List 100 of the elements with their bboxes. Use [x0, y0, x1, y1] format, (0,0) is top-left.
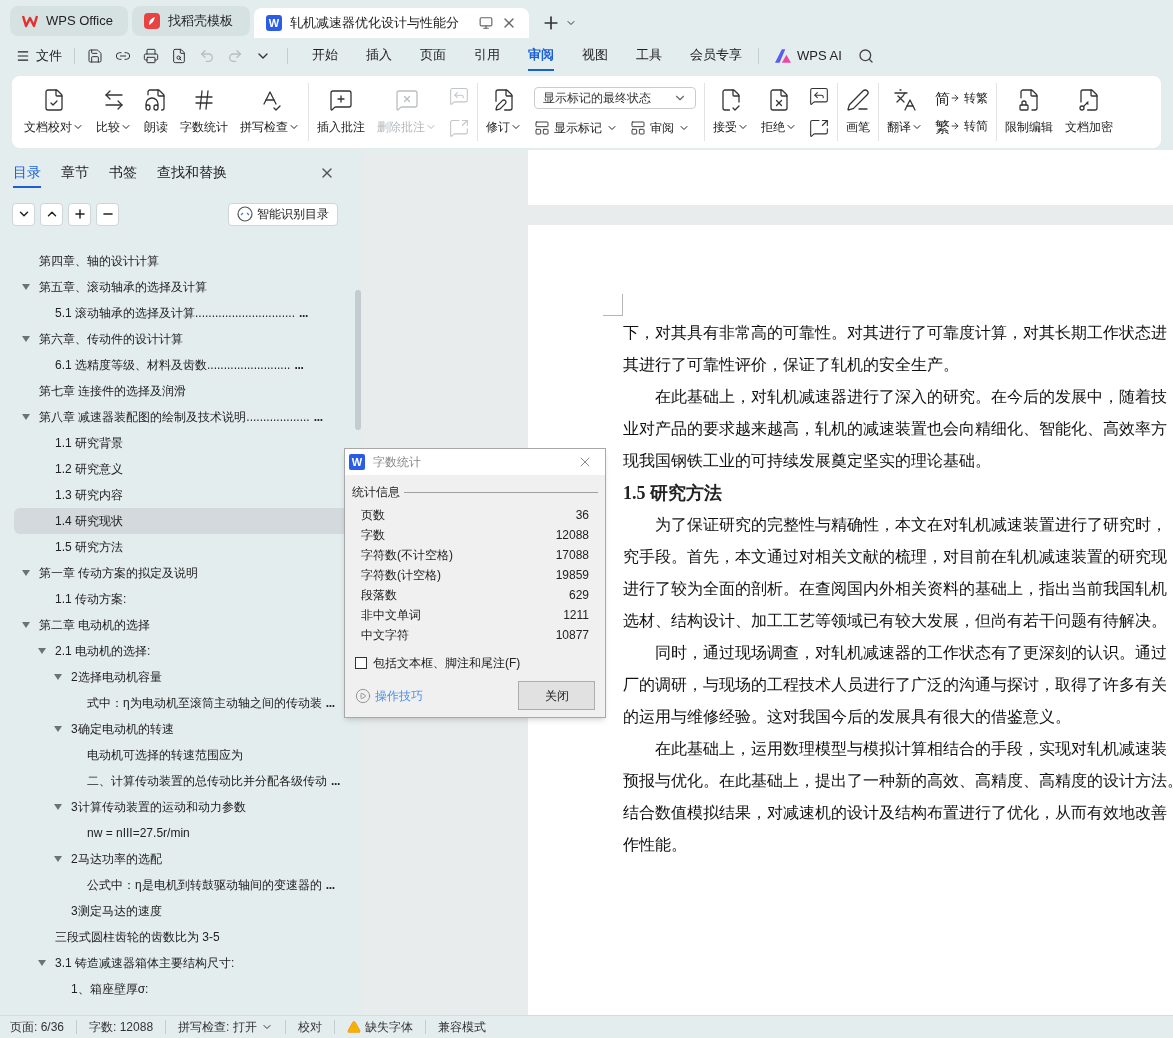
- add-button[interactable]: [68, 202, 91, 226]
- margin-mark: [603, 294, 623, 316]
- body-text-line: 的运用与维修经验。这对我国今后的发展具有很大的借鉴意义。: [623, 707, 1071, 727]
- file-menu-button[interactable]: 文件: [16, 46, 62, 66]
- logo-icon: [22, 13, 38, 29]
- ribbon-button[interactable]: 朗读: [140, 84, 172, 140]
- stat-label: 字符数(计空格): [361, 567, 441, 584]
- outline-item[interactable]: 6.1 选精度等级、材料及齿数......................... ...: [14, 352, 352, 378]
- ribbon-small-button[interactable]: 审阅: [630, 119, 690, 137]
- next-comment-button[interactable]: [809, 118, 829, 138]
- ribbon-button[interactable]: 翻译: [883, 84, 927, 140]
- stat-label: 段落数: [361, 587, 397, 604]
- comment-arrow-icon: [809, 86, 829, 106]
- section-heading: 1.5 研究方法: [623, 482, 722, 505]
- nav-tab[interactable]: 查找和替换: [157, 158, 227, 188]
- ribbon-tab[interactable]: 会员专享: [690, 41, 742, 71]
- outline-item[interactable]: 5.1 滚动轴承的选择及计算.............................. ...: [14, 300, 352, 326]
- ribbon-button[interactable]: 字数统计: [176, 84, 232, 140]
- expand-button[interactable]: [12, 202, 35, 226]
- nav-tab[interactable]: 目录: [13, 158, 41, 188]
- outline-item[interactable]: 第七章 连接件的选择及润滑: [14, 378, 352, 404]
- remove-button[interactable]: [96, 202, 119, 226]
- comment-arrow-icon: [449, 118, 469, 138]
- search-icon[interactable]: [857, 48, 874, 64]
- ribbon-button[interactable]: 拒绝: [757, 84, 801, 140]
- collapse-button[interactable]: [40, 202, 63, 226]
- outline-item[interactable]: 2马达功率的选配: [14, 846, 352, 872]
- ribbon-tab[interactable]: 工具: [636, 41, 662, 71]
- status-item[interactable]: 缺失字体: [342, 1018, 417, 1036]
- plus-icon: [72, 207, 87, 221]
- previous-comment-button[interactable]: [809, 86, 829, 106]
- ribbon-small-button[interactable]: 显示标记: [534, 119, 618, 137]
- outline-item[interactable]: 电动机可选择的转速范围应为: [14, 742, 352, 768]
- stat-value: 10877: [555, 627, 589, 644]
- status-item[interactable]: 页面: 6/36: [6, 1018, 69, 1036]
- document-x-icon: [767, 88, 791, 112]
- logo-icon: W: [349, 454, 365, 470]
- ribbon-button[interactable]: 拼写检查: [236, 84, 304, 140]
- nav-tab[interactable]: 章节: [61, 158, 89, 188]
- outline-item[interactable]: 第四章、轴的设计计算: [14, 248, 352, 274]
- ribbon-tab[interactable]: 插入: [366, 41, 392, 71]
- ribbon-button[interactable]: 修订: [482, 84, 526, 140]
- document-tab[interactable]: 找稻壳模板: [132, 6, 250, 36]
- print-preview-icon[interactable]: [171, 48, 187, 64]
- ribbon-button[interactable]: 插入批注: [313, 84, 369, 140]
- status-item[interactable]: 拼写检查: 打开: [174, 1018, 277, 1036]
- print-icon[interactable]: [143, 48, 159, 64]
- smart-toc-button[interactable]: 智能识别目录: [228, 202, 338, 226]
- ribbon-small-button[interactable]: 繁 转简: [935, 117, 988, 135]
- ai-button[interactable]: WPS AI: [775, 46, 842, 66]
- outline-item[interactable]: 1、箱座壁厚σ:: [14, 976, 352, 1002]
- outline-item[interactable]: nw = nIII=27.5r/min: [14, 820, 352, 846]
- outline-item[interactable]: 3计算传动装置的运动和动力参数: [14, 794, 352, 820]
- nav-tab[interactable]: 书签: [109, 158, 137, 188]
- stat-label: 页数: [361, 507, 385, 524]
- body-text-line: 现我国钢铁工业的可持续发展奠定坚实的理论基础。: [623, 451, 991, 471]
- status-item[interactable]: 校对: [293, 1018, 326, 1036]
- outline-item[interactable]: 1.1 研究背景: [14, 430, 352, 456]
- ribbon-button[interactable]: 限制编辑: [1001, 84, 1057, 140]
- document-tab[interactable]: WPS Office: [10, 6, 128, 36]
- status-item[interactable]: 字数: 12088: [85, 1018, 158, 1036]
- outline-item[interactable]: 第六章、传动件的设计计算: [14, 326, 352, 352]
- ribbon-tab[interactable]: 审阅: [528, 41, 554, 71]
- ribbon-tab[interactable]: 引用: [474, 41, 500, 71]
- ribbon-button[interactable]: 画笔: [842, 84, 874, 140]
- stat-label: 中文字符: [361, 627, 409, 644]
- ribbon-tab[interactable]: 页面: [420, 41, 446, 71]
- document-tab[interactable]: W 轧机减速器优化设计与性能分: [254, 8, 529, 38]
- outline-item[interactable]: 3确定电动机的转速: [14, 716, 352, 742]
- ribbon-button[interactable]: 比较: [92, 84, 136, 140]
- save-icon[interactable]: [87, 48, 103, 64]
- document-key-icon: [1077, 88, 1101, 112]
- body-text-line: 下，对其具有非常高的可靠性。对其进行了可靠度计算，对其长期工作状态进: [623, 323, 1167, 343]
- outline-item[interactable]: 第一章 传动方案的拟定及说明: [14, 560, 352, 586]
- body-text-line: 选材、结构设计、加工工艺等领域已有较大发展，但尚有若干问题有待解决。: [623, 611, 1167, 631]
- ribbon-button[interactable]: 文档加密: [1061, 84, 1117, 140]
- outline-item[interactable]: 3.1 铸造减速器箱体主要结构尺寸:: [14, 950, 352, 976]
- outline-item[interactable]: 第五章、滚动轴承的选择及计算: [14, 274, 352, 300]
- body-text-line: 究手段。首先，本文通过对相关文献的梳理，对目前在轧机减速装置的研究现: [623, 547, 1167, 567]
- outline-item[interactable]: 二、计算传动装置的总传动比并分配各级传动 ...: [14, 768, 352, 794]
- ribbon-button[interactable]: 接受: [709, 84, 753, 140]
- ribbon-tab[interactable]: 视图: [582, 41, 608, 71]
- body-text-line: 预报与优化。在此基础上，提出了一种新的高效、高精度、高精度的设计方法。: [623, 771, 1173, 791]
- ribbon-small-button[interactable]: 简 转繁: [935, 89, 988, 107]
- ribbon-button[interactable]: 文档校对: [20, 84, 88, 140]
- document-pen-icon: [492, 88, 516, 112]
- scrollbar-thumb[interactable]: [355, 290, 361, 430]
- outline-item[interactable]: 公式中：η是电机到转鼓驱动轴间的变速器的 ...: [14, 872, 352, 898]
- ribbon-tab[interactable]: 开始: [312, 41, 338, 71]
- status-item[interactable]: 兼容模式: [433, 1018, 490, 1036]
- outline-item[interactable]: 第二章 电动机的选择: [14, 612, 352, 638]
- body-text-line: 进行了较为全面的剖析。在查阅国内外相关资料的基础上，指出当前我国轧机: [623, 579, 1167, 599]
- outline-item[interactable]: 第八章 减速器装配图的绘制及技术说明................... ...: [14, 404, 352, 430]
- outline-item[interactable]: 3测定马达的速度: [14, 898, 352, 924]
- body-text-line: 在此基础上，运用数理模型与模拟计算相结合的手段，实现对轧机减速装: [654, 739, 1167, 759]
- outline-item[interactable]: 三段式圆柱齿轮的齿数比为 3-5: [14, 924, 352, 950]
- close-button[interactable]: 关闭: [518, 681, 595, 710]
- markup-select[interactable]: 显示标记的最终状态: [534, 87, 696, 109]
- monitor-icon[interactable]: [479, 16, 493, 30]
- body-text-line: 厂的调研，与现场的工程技术人员进行了广泛的沟通与探讨，取得了许多有关: [623, 675, 1167, 695]
